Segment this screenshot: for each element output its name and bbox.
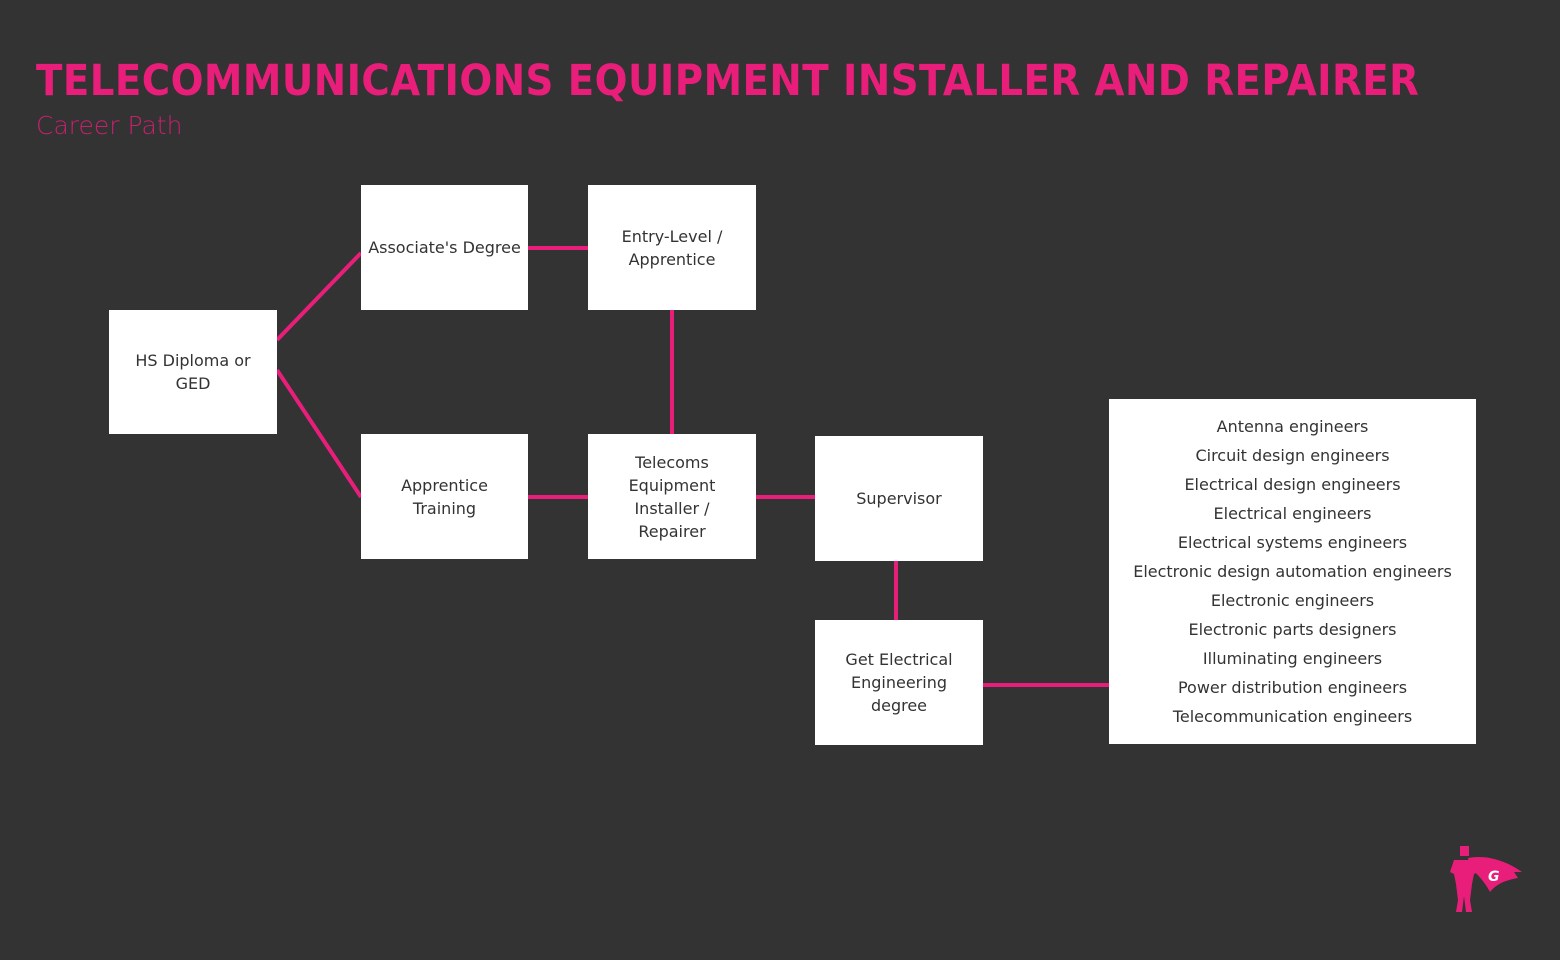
outcome-item: Electrical design engineers <box>1184 475 1401 494</box>
outcome-item: Telecommunication engineers <box>1172 707 1413 726</box>
outcome-item: Electronic parts designers <box>1188 620 1397 639</box>
node-apprentice-training: Apprentice Training <box>361 434 528 559</box>
edge-hs-to-apprentice-training <box>275 368 363 499</box>
outcome-item: Electrical engineers <box>1213 504 1372 523</box>
engineering-outcomes-box: Antenna engineers Circuit design enginee… <box>1109 399 1476 744</box>
edge-hs-to-associates <box>275 251 363 342</box>
outcome-item: Electronic design automation engineers <box>1133 562 1452 581</box>
logo-letter: G <box>1488 869 1500 885</box>
outcome-item: Electrical systems engineers <box>1177 533 1408 552</box>
node-telecoms-installer: Telecoms Equipment Installer / Repairer <box>588 434 756 559</box>
node-entry-level: Entry-Level / Apprentice <box>588 185 756 310</box>
node-hs-diploma: HS Diploma or GED <box>109 310 277 434</box>
outcome-item: Power distribution engineers <box>1177 678 1408 697</box>
engineering-outcomes-list: Antenna engineers Circuit design enginee… <box>1109 415 1476 734</box>
superhero-icon: G <box>1450 846 1522 912</box>
outcome-item: Circuit design engineers <box>1195 446 1390 465</box>
node-supervisor: Supervisor <box>815 436 983 561</box>
node-associates-degree: Associate's Degree <box>361 185 528 310</box>
outcome-item: Illuminating engineers <box>1202 649 1383 668</box>
outcome-item: Antenna engineers <box>1216 417 1369 436</box>
outcome-item: Electronic engineers <box>1210 591 1375 610</box>
node-ee-degree: Get Electrical Engineering degree <box>815 620 983 745</box>
